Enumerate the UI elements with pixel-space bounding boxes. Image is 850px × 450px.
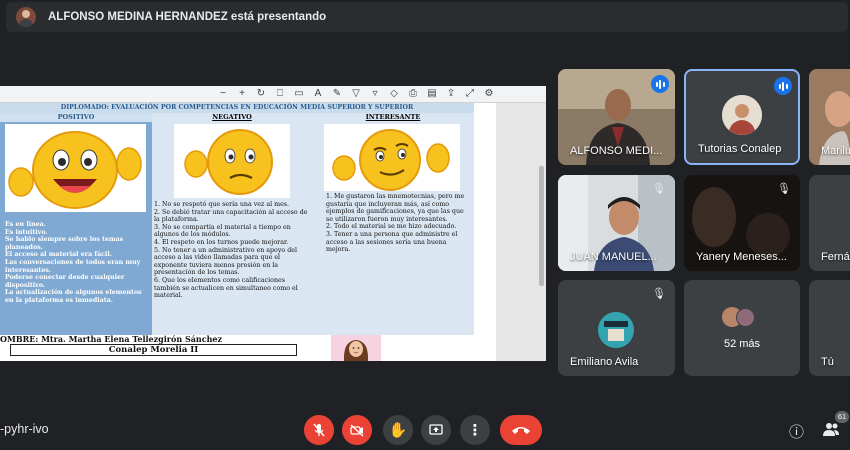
list-item: 1. No se respetó que sería una vez al me… <box>154 201 290 208</box>
fit-page-icon[interactable]: ⎕ <box>275 89 285 99</box>
participant-tile-tutorias[interactable]: Tutorias Conalep <box>684 69 800 165</box>
list-item: 1. Me gustaron las mnemotecnias, pero me… <box>326 193 465 223</box>
positive-title: POSITIVO <box>0 113 152 122</box>
interesting-list: 1. Me gustaron las mnemotecnias, pero me… <box>326 193 472 254</box>
participant-count-badge: 61 <box>835 411 849 423</box>
settings-icon[interactable]: ⚙ <box>484 89 494 99</box>
document-toolbar: − + ↻ ⎕ ▭ A ✎ ▽ ▿ ◇ ⎙ ▤ ⇪ ⤢ ⚙ <box>0 86 546 103</box>
list-item: 4. El respeto en los turnos puede mejora… <box>154 238 289 246</box>
mic-off-icon: 🎙 <box>652 288 666 300</box>
participant-name: Marilu <box>821 145 850 157</box>
erase-icon[interactable]: ◇ <box>389 89 399 99</box>
list-item: 2. Se debió tratar una capacitación al a… <box>154 208 308 224</box>
more-vert-icon: ⋮ <box>467 422 483 439</box>
hand-icon: ✋ <box>388 422 408 439</box>
mic-off-icon: 🎙 <box>777 183 791 195</box>
list-item: La actualización de algunos elementos en… <box>5 289 142 304</box>
self-tile[interactable]: Tú <box>809 280 850 376</box>
document-scrollbar[interactable] <box>539 166 544 286</box>
hang-up-icon <box>512 427 530 434</box>
avatar <box>736 308 755 327</box>
camera-off-icon <box>350 424 364 437</box>
shared-screen: − + ↻ ⎕ ▭ A ✎ ▽ ▿ ◇ ⎙ ▤ ⇪ ⤢ ⚙ DIPLOMADO:… <box>0 86 546 361</box>
present-icon <box>429 424 443 435</box>
zoom-in-icon[interactable]: + <box>237 89 247 99</box>
document-header: DIPLOMADO: EVALUACIÓN POR COMPETENCIAS E… <box>0 103 474 113</box>
reading-icon[interactable]: ▭ <box>294 89 304 99</box>
participant-name: Emiliano Avila <box>570 356 639 368</box>
participant-tile-juan[interactable]: 🎙 JUAN MANUEL... <box>558 175 675 271</box>
mic-off-icon: 🎙 <box>652 183 666 195</box>
speaking-indicator-icon <box>651 75 669 93</box>
filter-icon[interactable]: ▽ <box>351 89 361 99</box>
list-item: Las conversaciones de todos eran muy int… <box>5 258 141 274</box>
laughing-emoji-image <box>5 124 146 212</box>
more-participants-tile[interactable]: 52 más <box>684 280 800 376</box>
mic-toggle-button[interactable] <box>304 415 334 445</box>
text-icon[interactable]: A <box>313 89 323 99</box>
avatar <box>598 312 634 348</box>
participant-tile-fernanda[interactable]: Ferná <box>809 175 850 271</box>
share-icon[interactable]: ⇪ <box>446 89 456 99</box>
present-screen-button[interactable] <box>421 415 451 445</box>
zoom-out-icon[interactable]: − <box>218 89 228 99</box>
participant-name: Yanery Meneses... <box>696 251 787 263</box>
participant-name: ALFONSO MEDI... <box>570 145 663 157</box>
highlight-icon[interactable]: ▿ <box>370 89 380 99</box>
leave-call-button[interactable] <box>500 415 542 445</box>
thinking-emoji-image <box>174 124 290 198</box>
author-name: OMBRE: Mtra. Martha Elena Tellezgirón Sá… <box>0 334 223 344</box>
mic-off-icon <box>313 423 325 437</box>
speaking-indicator-icon <box>774 77 792 95</box>
list-item: Poderse conectar desde cualquier disposi… <box>5 274 125 289</box>
participant-name: JUAN MANUEL... <box>570 251 657 263</box>
avatar <box>722 95 762 135</box>
participant-tile-emiliano[interactable]: 🎙 Emiliano Avila <box>558 280 675 376</box>
meeting-code: -pyhr-ivo <box>0 422 49 436</box>
interesting-column: INTERESANTE 1. Me gustaron las mnemotecn… <box>312 113 474 335</box>
rotate-icon[interactable]: ↻ <box>256 89 266 99</box>
list-item: Es en línea. <box>5 221 46 228</box>
people-icon[interactable] <box>822 421 840 441</box>
negative-column: NEGATIVO 1. No se respetó que sería una … <box>152 113 312 335</box>
list-item: El acceso al material era fácil. <box>5 251 112 259</box>
camera-toggle-button[interactable] <box>342 415 372 445</box>
expand-icon[interactable]: ⤢ <box>465 89 475 99</box>
info-icon[interactable]: ⓘ <box>789 421 804 442</box>
document-page: DIPLOMADO: EVALUACIÓN POR COMPETENCIAS E… <box>0 103 496 361</box>
interesting-title: INTERESANTE <box>365 113 421 121</box>
participant-name: Tú <box>821 356 834 368</box>
save-icon[interactable]: ▤ <box>427 89 437 99</box>
list-item: 5. No tener a un administrativo en apoyo… <box>154 246 297 277</box>
girl-avatar-image <box>331 335 381 361</box>
participant-tile-marilu[interactable]: Marilu <box>809 69 850 165</box>
negative-title: NEGATIVO <box>212 113 252 121</box>
presenter-banner: ALFONSO MEDINA HERNANDEZ está presentand… <box>6 2 848 32</box>
raise-hand-button[interactable]: ✋ <box>383 415 413 445</box>
list-item: 6. Que los elementos como calificaciones… <box>154 276 298 300</box>
list-item: 3. No se compartía el material a tiempo … <box>154 223 291 239</box>
positive-list: Es en línea. Es intuitivo. Se hablo siem… <box>5 221 151 305</box>
presenter-text: ALFONSO MEDINA HERNANDEZ está presentand… <box>48 11 327 23</box>
print-icon[interactable]: ⎙ <box>408 89 418 99</box>
school-name: Conalep Morelia II <box>10 344 297 356</box>
participant-name: Tutorias Conalep <box>698 143 782 155</box>
more-participants-count: 52 más <box>723 338 761 350</box>
participant-name: Ferná <box>821 251 850 263</box>
positive-column: POSITIVO Es en línea. Es intuitivo. Se h… <box>0 113 152 335</box>
list-item: 3. Tener a una persona que administre el… <box>326 230 458 254</box>
draw-icon[interactable]: ✎ <box>332 89 342 99</box>
list-item: 2. Todo el material se me hizo adecuado. <box>326 223 457 231</box>
participant-tile-yanery[interactable]: 🎙 Yanery Meneses... <box>684 175 800 271</box>
more-options-button[interactable]: ⋮ <box>460 415 490 445</box>
presenter-avatar <box>16 7 36 27</box>
list-item: Se hablo siempre sobre los temas planead… <box>5 236 124 251</box>
negative-list: 1. No se respetó que sería una vez al me… <box>154 201 309 300</box>
meet-window: ALFONSO MEDINA HERNANDEZ está presentand… <box>0 0 850 450</box>
smirk-emoji-image <box>324 124 460 191</box>
list-item: Es intuitivo. <box>5 228 48 236</box>
participant-tile-alfonso[interactable]: ALFONSO MEDI... <box>558 69 675 165</box>
